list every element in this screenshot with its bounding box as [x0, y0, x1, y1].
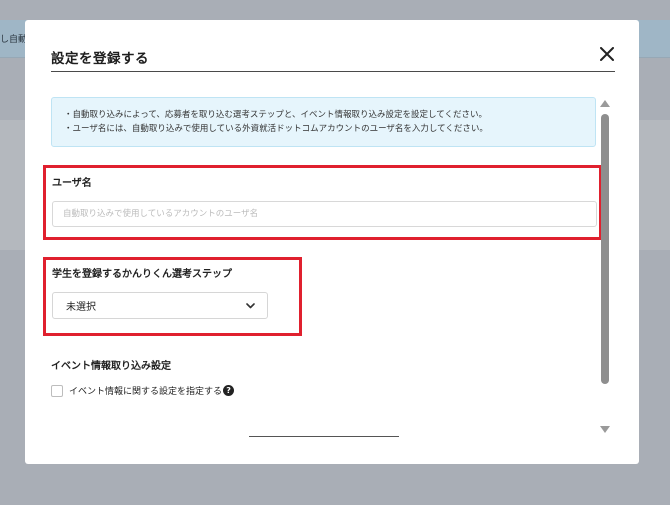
username-label: ユーザ名: [52, 178, 92, 189]
modal-title: 設定を登録する: [51, 51, 149, 67]
title-divider: [51, 71, 615, 72]
bottom-divider: [249, 436, 399, 437]
info-box: ・自動取り込みによって、応募者を取り込む選考ステップと、イベント情報取り込み設定…: [51, 97, 596, 147]
event-settings-heading: イベント情報取り込み設定: [51, 361, 171, 372]
step-select-value: 未選択: [66, 302, 96, 313]
event-checkbox-row: イベント情報に関する設定を指定する ?: [51, 384, 235, 397]
close-button[interactable]: [595, 42, 619, 66]
username-input[interactable]: [52, 201, 597, 227]
scroll-up-arrow[interactable]: [600, 100, 610, 107]
scrollbar-thumb[interactable]: [601, 114, 609, 384]
info-line: ・自動取り込みによって、応募者を取り込む選考ステップと、イベント情報取り込み設定…: [64, 110, 488, 120]
close-icon: [600, 47, 614, 61]
scroll-down-arrow[interactable]: [600, 426, 610, 433]
step-label: 学生を登録するかんりくん選考ステップ: [52, 269, 232, 280]
info-line: ・ユーザ名には、自動取り込みで使用している外資就活ドットコムアカウントのユーザ名…: [64, 124, 488, 134]
help-icon[interactable]: ?: [223, 385, 235, 396]
settings-modal: 設定を登録する ・自動取り込みによって、応募者を取り込む選考ステップと、イベント…: [25, 20, 639, 464]
step-select[interactable]: 未選択: [52, 292, 268, 319]
event-checkbox-label: イベント情報に関する設定を指定する: [69, 387, 223, 397]
event-settings-checkbox[interactable]: [51, 384, 63, 397]
chevron-down-icon: [246, 302, 255, 308]
